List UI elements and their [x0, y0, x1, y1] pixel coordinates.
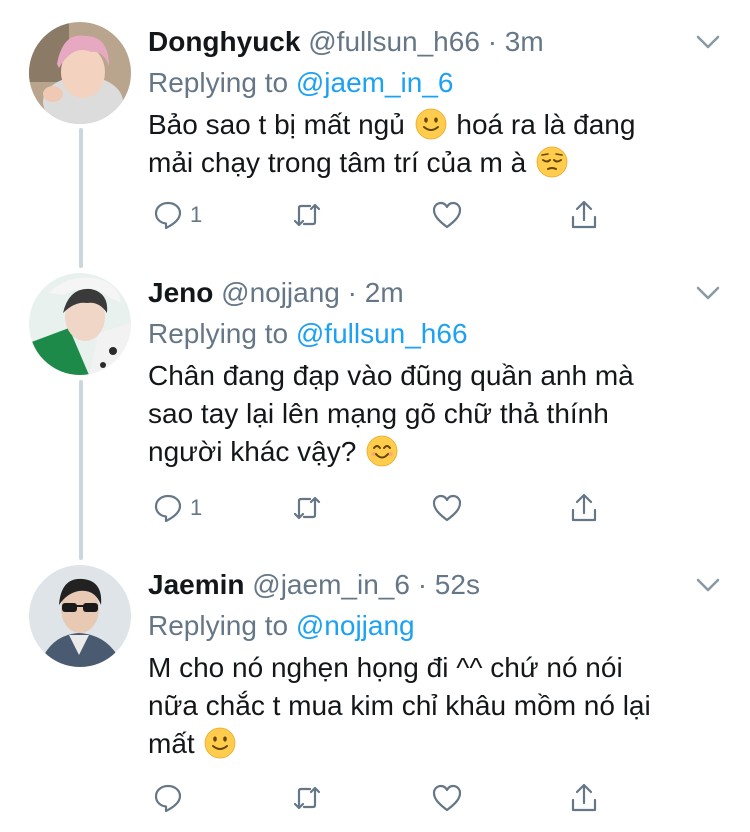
timestamp[interactable]: 2m	[365, 277, 404, 308]
tweet-text: M cho nó nghẹn họng đi ^^ chứ nó nói nữa…	[148, 649, 718, 763]
reply-button[interactable]	[152, 778, 190, 818]
handle[interactable]: @nojjang	[221, 277, 340, 308]
handle[interactable]: @fullsun_h66	[308, 26, 480, 57]
retweet-button[interactable]	[291, 488, 323, 528]
replying-to-mention[interactable]: @jaem_in_6	[296, 67, 454, 98]
avatar[interactable]	[29, 565, 131, 667]
share-button[interactable]	[568, 488, 600, 528]
text-line: hoá ra là đang	[456, 109, 636, 140]
share-icon	[571, 493, 597, 522]
reply-button[interactable]: 1	[152, 488, 202, 528]
text-line: Bảo sao t bị mất ngủ	[148, 109, 405, 140]
like-button[interactable]	[431, 195, 463, 235]
tweet-2[interactable]: Jeno @nojjang · 2m Replying to @fullsun_…	[0, 273, 750, 543]
retweet-icon	[293, 496, 321, 520]
reply-button[interactable]: 1	[152, 195, 202, 235]
text-line: mải chạy trong tâm trí của m à	[148, 147, 527, 178]
timestamp[interactable]: 52s	[435, 569, 480, 600]
avatar-image	[29, 273, 131, 375]
pensive-emoji	[536, 146, 568, 178]
avatar-image	[29, 22, 131, 124]
replying-prefix: Replying to	[148, 318, 289, 349]
slight-smile-emoji	[415, 108, 447, 140]
tweet-1[interactable]: Donghyuck @fullsun_h66 · 3m Replying to …	[0, 22, 750, 257]
retweet-icon	[293, 203, 321, 227]
share-icon	[571, 783, 597, 812]
like-icon	[432, 494, 462, 522]
avatar[interactable]	[29, 22, 131, 124]
like-button[interactable]	[431, 488, 463, 528]
timestamp[interactable]: 3m	[505, 26, 544, 57]
text-line: người khác vậy?	[148, 436, 357, 467]
chevron-down-icon[interactable]	[695, 283, 721, 303]
tweet-actions	[148, 778, 608, 818]
share-button[interactable]	[568, 195, 600, 235]
tweet-actions: 1	[148, 488, 608, 528]
text-line: nữa chắc t mua kim chỉ khâu mồm nó lại	[148, 690, 651, 721]
replying-to-mention[interactable]: @fullsun_h66	[296, 318, 468, 349]
tweet-text: Chân đang đạp vào đũng quần anh mà sao t…	[148, 357, 718, 471]
text-line: M cho nó nghẹn họng đi ^^ chứ nó nói	[148, 652, 623, 683]
retweet-icon	[293, 786, 321, 810]
reply-icon	[154, 494, 182, 523]
display-name[interactable]: Jaemin	[148, 569, 245, 600]
text-line: sao tay lại lên mạng gõ chữ thả thính	[148, 398, 609, 429]
text-line: mất	[148, 728, 195, 759]
tweet-header: Donghyuck @fullsun_h66 · 3m	[148, 22, 544, 62]
replying-to: Replying to @fullsun_h66	[148, 314, 468, 354]
text-line: Chân đang đạp vào đũng quần anh mà	[148, 360, 634, 391]
display-name[interactable]: Jeno	[148, 277, 213, 308]
reply-count: 1	[190, 202, 203, 227]
tweet-actions: 1	[148, 195, 608, 235]
like-button[interactable]	[431, 778, 463, 818]
separator-dot: ·	[347, 277, 357, 308]
replying-prefix: Replying to	[148, 67, 289, 98]
display-name[interactable]: Donghyuck	[148, 26, 300, 57]
avatar-image	[29, 565, 131, 667]
tweet-header: Jaemin @jaem_in_6 · 52s	[148, 565, 480, 605]
like-icon	[432, 201, 462, 229]
replying-prefix: Replying to	[148, 610, 289, 641]
smile-emoji	[366, 435, 398, 467]
reply-icon	[154, 784, 182, 813]
replying-to: Replying to @jaem_in_6	[148, 63, 454, 103]
handle[interactable]: @jaem_in_6	[252, 569, 410, 600]
tweet-3[interactable]: Jaemin @jaem_in_6 · 52s Replying to @noj…	[0, 565, 750, 825]
share-button[interactable]	[568, 778, 600, 818]
chevron-down-icon[interactable]	[695, 575, 721, 595]
like-icon	[432, 784, 462, 812]
reply-icon	[154, 201, 182, 230]
share-icon	[571, 200, 597, 229]
tweet-text: Bảo sao t bị mất ngủ hoá ra là đang mải …	[148, 106, 718, 182]
slight-smile-emoji	[205, 727, 236, 759]
tweet-header: Jeno @nojjang · 2m	[148, 273, 404, 313]
replying-to-mention[interactable]: @nojjang	[296, 610, 415, 641]
reply-count: 1	[190, 495, 203, 520]
retweet-button[interactable]	[291, 195, 323, 235]
retweet-button[interactable]	[291, 778, 323, 818]
separator-dot: ·	[417, 569, 428, 600]
separator-dot: ·	[487, 26, 498, 57]
chevron-down-icon[interactable]	[695, 32, 721, 52]
avatar[interactable]	[29, 273, 131, 375]
replying-to: Replying to @nojjang	[148, 606, 415, 646]
